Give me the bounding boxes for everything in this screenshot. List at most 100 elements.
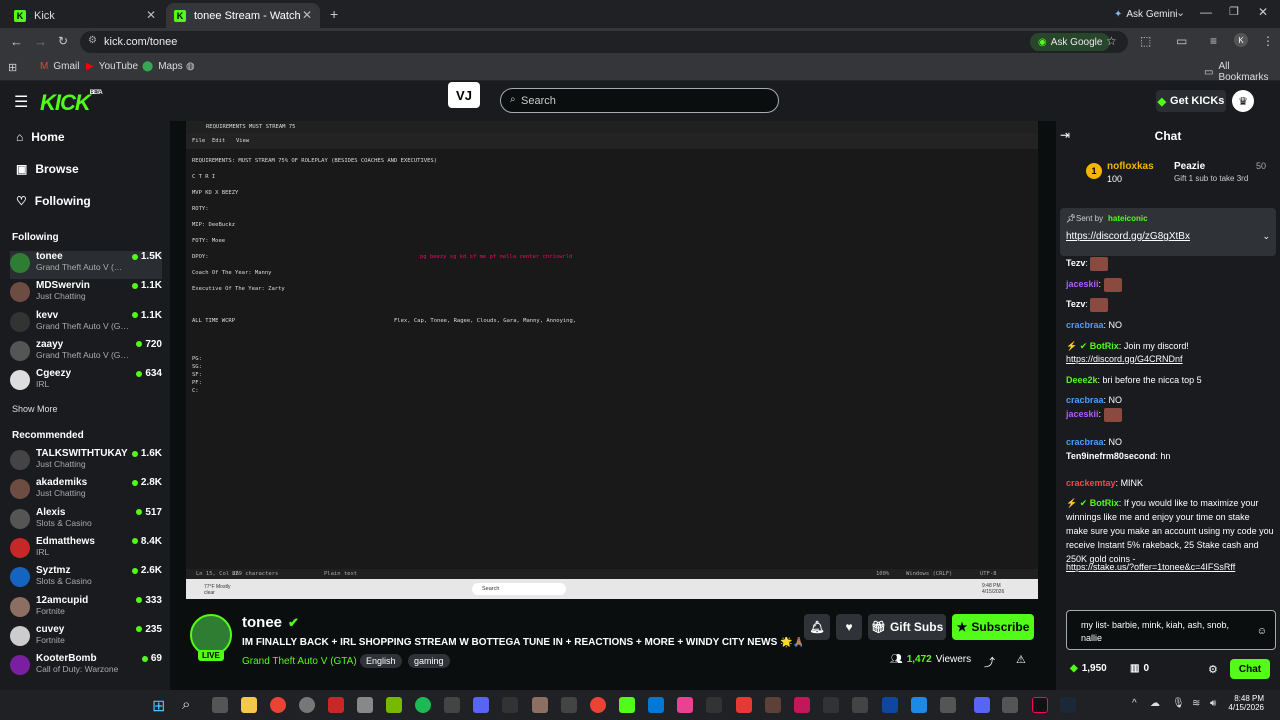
sidepanel-icon[interactable]: ▭ <box>1176 34 1187 48</box>
show-more-link[interactable]: Show More <box>12 404 58 414</box>
taskbar-search-icon[interactable]: ⌕ <box>182 696 190 713</box>
search-input[interactable]: ⌕ Search <box>500 88 779 113</box>
apps-grid-icon[interactable]: ⊞ <box>8 61 17 74</box>
extension-logo-icon[interactable]: VJ <box>448 82 480 108</box>
task-view-icon[interactable] <box>212 697 228 713</box>
url-bar[interactable]: ⚙ kick.com/tonee <box>80 31 1128 53</box>
windows-start-icon[interactable]: ⊞ <box>152 696 165 716</box>
all-bookmarks[interactable]: ▭ All Bookmarks <box>1204 61 1280 83</box>
chevron-down-icon[interactable]: ⌄ <box>1262 231 1270 242</box>
back-icon[interactable]: ← <box>10 34 23 49</box>
stream-category[interactable]: Grand Theft Auto V (GTA) <box>242 656 357 667</box>
chat-username[interactable]: Tezv <box>1066 258 1085 268</box>
minecraft-icon[interactable] <box>532 697 548 713</box>
app-icon[interactable] <box>561 697 577 713</box>
gift-subs-button[interactable]: 🎁︎ Gift Subs <box>868 614 946 640</box>
media-icon[interactable]: ≡ <box>1210 34 1217 48</box>
site-info-icon[interactable]: ⚙ <box>88 35 97 46</box>
chat-link[interactable]: https://stake.us/?offer=1tonee&c=4IFSsRf… <box>1066 562 1235 572</box>
bookmark-maps[interactable]: ⬤ Maps <box>142 61 183 72</box>
channel-item[interactable]: KooterBomb Call of Duty: Warzone 69 <box>10 653 162 681</box>
file-explorer-icon[interactable] <box>241 697 257 713</box>
chrome-icon[interactable] <box>270 697 286 713</box>
extensions-icon[interactable]: ⬚ <box>1140 34 1151 48</box>
maximize-icon[interactable]: ❐ <box>1229 5 1239 18</box>
app-icon[interactable] <box>706 697 722 713</box>
get-kicks-button[interactable]: ◆ Get KICKs <box>1156 90 1226 112</box>
app-icon[interactable] <box>794 697 810 713</box>
tiktok-icon[interactable] <box>1032 697 1048 713</box>
gift-counter[interactable]: ▥ 0 <box>1130 663 1149 674</box>
tab-tonee[interactable]: K tonee Stream - Watch Live on K ✕ <box>166 3 320 28</box>
volume-icon[interactable]: 🔊︎ <box>1210 698 1216 709</box>
wifi-icon[interactable]: ≋ <box>1192 698 1200 709</box>
pinned-message[interactable]: 📌︎ Sent by hateiconic https://discord.gg… <box>1060 208 1276 256</box>
channel-item[interactable]: cuvey Fortnite 235 <box>10 624 162 652</box>
app-icon[interactable] <box>502 697 518 713</box>
channel-item[interactable]: kevv Grand Theft Auto V (G… 1.1K <box>10 310 162 338</box>
close-tab-icon[interactable]: ✕ <box>146 8 156 22</box>
app-icon[interactable] <box>677 697 693 713</box>
obs-icon[interactable] <box>299 697 315 713</box>
globe-icon[interactable]: ◍ <box>186 61 195 72</box>
chat-settings-icon[interactable]: ⚙ <box>1208 663 1218 676</box>
ask-gemini-button[interactable]: ✦ Ask Gemini <box>1106 5 1186 23</box>
share-icon[interactable]: ⤴ <box>984 654 995 670</box>
nav-following[interactable]: ♡ Following <box>16 194 91 208</box>
ask-google-button[interactable]: ◉ Ask Google <box>1030 33 1111 51</box>
send-chat-button[interactable]: Chat <box>1230 659 1270 679</box>
video-player[interactable]: REQUIREMENTS MUST STREAM 75 File Edit Vi… <box>186 121 1038 599</box>
tray-cloud-icon[interactable]: ☁ <box>1150 698 1160 709</box>
app-icon[interactable] <box>736 697 752 713</box>
report-icon[interactable]: ⚠ <box>1016 653 1026 666</box>
app-icon[interactable] <box>940 697 956 713</box>
chat-username[interactable]: crackemtay <box>1066 478 1116 488</box>
subscribe-button[interactable]: ★ Subscribe <box>952 614 1034 640</box>
channel-item[interactable]: Syztmz Slots & Casino 2.6K <box>10 565 162 593</box>
new-tab-icon[interactable]: + <box>330 6 338 22</box>
profile-avatar-icon[interactable]: K <box>1234 33 1248 47</box>
chat-username[interactable]: cracbraa <box>1066 437 1104 447</box>
account-icon[interactable]: ⌄ <box>1176 6 1185 19</box>
channel-item[interactable]: tonee Grand Theft Auto V (… 1.5K <box>10 251 162 279</box>
user-avatar[interactable]: ♛ <box>1232 90 1254 112</box>
streamer-name[interactable]: tonee ✔ <box>242 614 299 631</box>
channel-item[interactable]: 12amcupid Fortnite 333 <box>10 595 162 623</box>
channel-item[interactable]: Alexis Slots & Casino 517 <box>10 507 162 535</box>
chat-username[interactable]: cracbraa <box>1066 395 1104 405</box>
menu-dots-icon[interactable]: ⋮ <box>1262 34 1274 48</box>
hamburger-menu-icon[interactable]: ☰ <box>14 92 28 112</box>
kick-logo[interactable]: KICKBETA <box>40 90 103 116</box>
bookmark-gmail[interactable]: M Gmail <box>40 61 79 72</box>
discord-tray-icon[interactable] <box>974 697 990 713</box>
settings-icon[interactable] <box>357 697 373 713</box>
tag-english[interactable]: English <box>360 654 402 668</box>
app-icon[interactable] <box>444 697 460 713</box>
channel-item[interactable]: Cgeezy IRL 634 <box>10 368 162 396</box>
app-icon[interactable] <box>1002 697 1018 713</box>
follow-heart-button[interactable]: ♥ <box>836 614 862 640</box>
app-icon[interactable] <box>882 697 898 713</box>
bookmark-star-icon[interactable]: ☆ <box>1106 34 1117 48</box>
minimize-icon[interactable]: — <box>1200 5 1212 19</box>
mic-icon[interactable]: 🎙︎ <box>1172 698 1185 709</box>
steam-icon[interactable] <box>1060 697 1076 713</box>
channel-item[interactable]: Edmatthews IRL 8.4K <box>10 536 162 564</box>
chat-link[interactable]: https://discord.gg/G4CRNDnf <box>1066 354 1183 364</box>
channel-item[interactable]: TALKSWITHTUKAY Just Chatting 1.6K <box>10 448 162 476</box>
app-icon[interactable] <box>648 697 664 713</box>
nvidia-icon[interactable] <box>386 697 402 713</box>
nav-browse[interactable]: ▣ Browse <box>16 162 79 176</box>
spotify-icon[interactable] <box>415 697 431 713</box>
channel-item[interactable]: zaayy Grand Theft Auto V (G… 720 <box>10 339 162 367</box>
tab-kick[interactable]: K Kick ✕ <box>6 3 164 28</box>
chat-username[interactable]: Ten9inefrm80second <box>1066 451 1155 461</box>
chat-username[interactable]: BotRix <box>1090 498 1119 508</box>
notifications-button[interactable]: 🔔︎ <box>804 614 830 640</box>
app-icon[interactable] <box>852 697 868 713</box>
app-icon[interactable] <box>765 697 781 713</box>
app-fb-icon[interactable] <box>328 697 344 713</box>
chat-username[interactable]: Deee2k <box>1066 375 1098 385</box>
system-clock[interactable]: 8:48 PM 4/15/2026 <box>1228 694 1264 712</box>
close-tab-icon[interactable]: ✕ <box>302 8 312 22</box>
